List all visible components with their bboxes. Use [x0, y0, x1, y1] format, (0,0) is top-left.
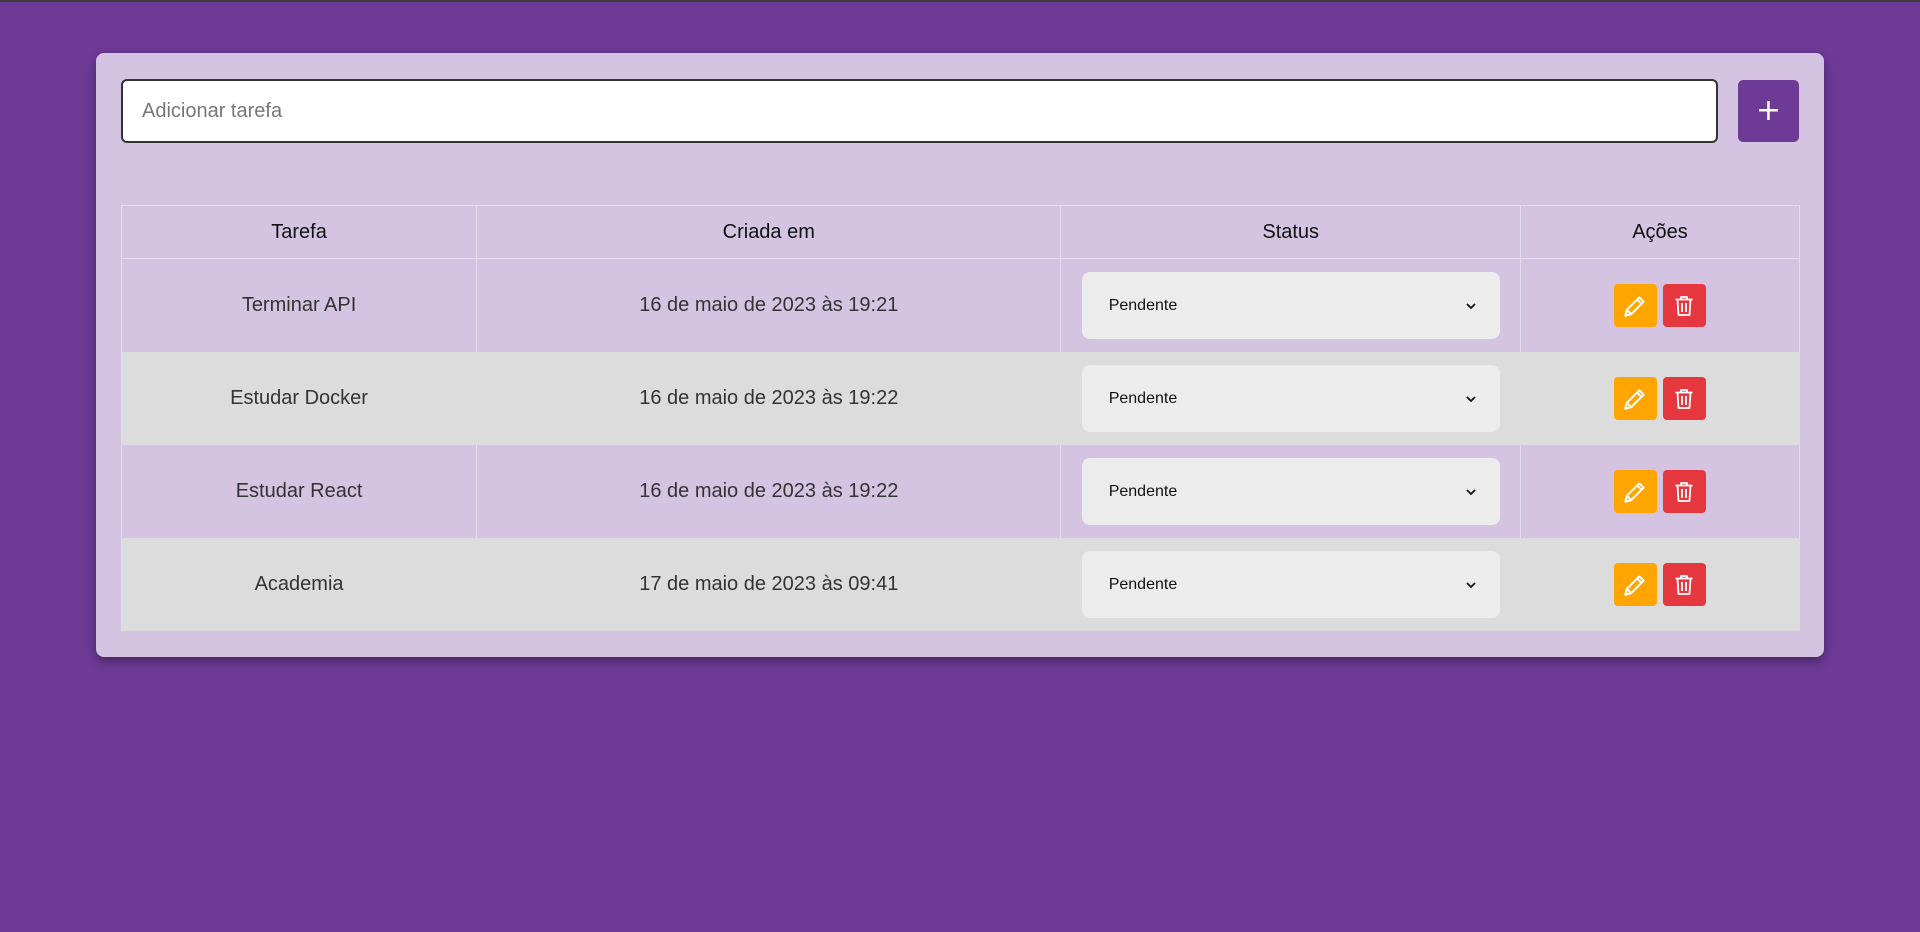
- status-cell: Pendente: [1060, 538, 1521, 631]
- status-select[interactable]: Pendente: [1081, 272, 1500, 339]
- pencil-icon: [1624, 574, 1646, 596]
- actions-cell: [1519, 258, 1801, 352]
- task-input[interactable]: [121, 79, 1718, 143]
- trash-icon: [1675, 295, 1693, 316]
- edit-button[interactable]: [1613, 377, 1657, 420]
- pencil-icon: [1624, 481, 1646, 503]
- task-name: Terminar API: [120, 258, 478, 352]
- chevron-down-icon: [1466, 581, 1476, 588]
- delete-button[interactable]: [1662, 284, 1706, 327]
- row-actions: [1521, 563, 1799, 606]
- delete-button[interactable]: [1662, 563, 1706, 606]
- add-task-form: +: [121, 79, 1799, 143]
- chevron-down-icon: [1466, 395, 1476, 402]
- header-status: Status: [1060, 205, 1521, 259]
- task-created-at: 16 de maio de 2023 às 19:21: [476, 258, 1062, 352]
- chevron-down-icon: [1466, 302, 1476, 309]
- actions-cell: [1519, 538, 1801, 631]
- tasks-table: Tarefa Criada em Status Ações Terminar A…: [120, 205, 1801, 631]
- delete-button[interactable]: [1662, 377, 1706, 420]
- header-actions: Ações: [1519, 205, 1801, 259]
- add-task-button[interactable]: +: [1738, 80, 1799, 142]
- trash-icon: [1675, 481, 1693, 502]
- chevron-down-icon: [1466, 488, 1476, 495]
- actions-cell: [1519, 352, 1801, 445]
- edit-button[interactable]: [1613, 470, 1657, 513]
- edit-button[interactable]: [1613, 563, 1657, 606]
- table-header-row: Tarefa Criada em Status Ações: [120, 205, 1801, 259]
- row-actions: [1521, 284, 1799, 327]
- task-name: Estudar Docker: [120, 352, 478, 445]
- task-created-at: 16 de maio de 2023 às 19:22: [476, 352, 1062, 445]
- status-value: Pendente: [1108, 482, 1178, 500]
- status-select[interactable]: Pendente: [1081, 365, 1500, 432]
- task-created-at: 17 de maio de 2023 às 09:41: [476, 538, 1062, 631]
- status-cell: Pendente: [1060, 352, 1521, 445]
- task-name: Academia: [120, 538, 478, 631]
- edit-button[interactable]: [1613, 284, 1657, 327]
- row-actions: [1521, 470, 1799, 513]
- trash-icon: [1675, 574, 1693, 595]
- task-created-at: 16 de maio de 2023 às 19:22: [476, 445, 1062, 538]
- pencil-icon: [1624, 295, 1646, 317]
- status-value: Pendente: [1108, 296, 1178, 314]
- todo-card: + Tarefa Criada em Status Ações Terminar…: [96, 53, 1824, 657]
- pencil-icon: [1624, 388, 1646, 410]
- status-cell: Pendente: [1060, 258, 1521, 352]
- status-cell: Pendente: [1060, 445, 1521, 538]
- header-task: Tarefa: [120, 205, 478, 259]
- table-row: Academia 17 de maio de 2023 às 09:41 Pen…: [120, 538, 1801, 631]
- status-select[interactable]: Pendente: [1081, 551, 1500, 618]
- delete-button[interactable]: [1662, 470, 1706, 513]
- status-value: Pendente: [1108, 575, 1178, 593]
- table-row: Estudar React 16 de maio de 2023 às 19:2…: [120, 445, 1801, 538]
- status-value: Pendente: [1108, 389, 1178, 407]
- actions-cell: [1519, 445, 1801, 538]
- trash-icon: [1675, 388, 1693, 409]
- table-row: Terminar API 16 de maio de 2023 às 19:21…: [120, 258, 1801, 352]
- header-created: Criada em: [476, 205, 1062, 259]
- status-select[interactable]: Pendente: [1081, 458, 1500, 525]
- table-row: Estudar Docker 16 de maio de 2023 às 19:…: [120, 352, 1801, 445]
- task-name: Estudar React: [120, 445, 478, 538]
- row-actions: [1521, 377, 1799, 420]
